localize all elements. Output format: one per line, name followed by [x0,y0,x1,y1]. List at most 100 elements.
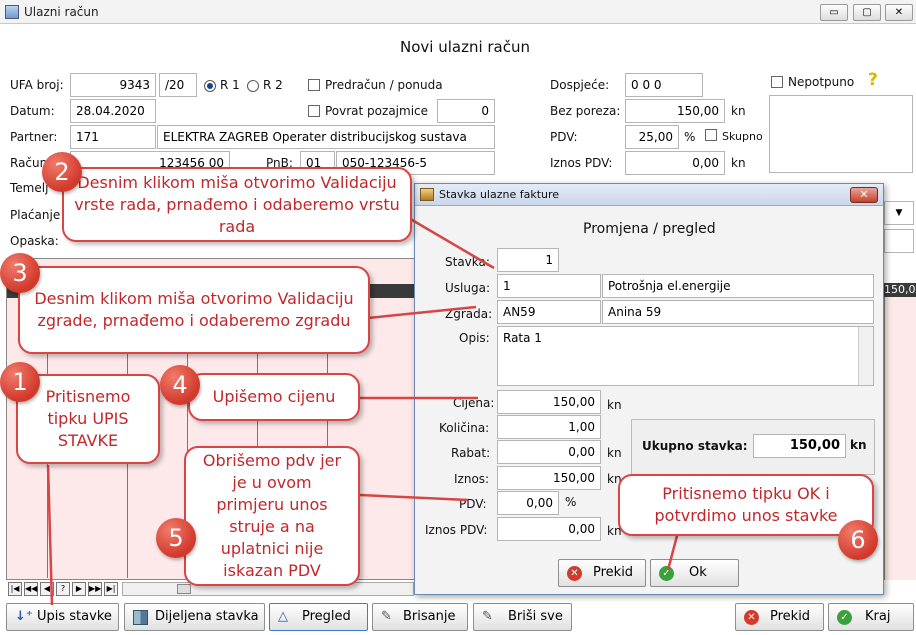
dialog-ok-button[interactable]: ✓ Ok [650,559,739,587]
zgrada-code-field[interactable]: AN59 [497,300,601,324]
pdv-percent: % [684,130,696,144]
rabat-label: Rabat: [451,446,491,460]
eraser-all-icon: ✎ [482,609,493,624]
opis-textarea[interactable]: Rata 1 [497,326,874,386]
stavka-field[interactable]: 1 [497,248,559,272]
main-prekid-button[interactable]: ✕ Prekid [735,603,824,631]
callout-6: Pritisnemo tipku OK i potvrdimo unos sta… [618,474,874,536]
iznos-label: Iznos: [454,472,490,486]
main-prekid-label: Prekid [770,609,811,624]
upis-stavke-button[interactable]: ↓⁺ Upis stavke [6,603,119,631]
nav-prev-page-button[interactable]: ◀◀ [24,582,38,596]
usluga-code-field[interactable]: 1 [497,274,601,298]
nav-last-button[interactable]: ▶| [104,582,118,596]
dialog-ok-label: Ok [689,565,707,580]
ufa-number-field[interactable]: 9343 [70,73,156,97]
bez-poreza-field[interactable]: 150,00 [625,99,725,123]
r1-label: R 1 [220,78,240,92]
r2-radio[interactable] [247,80,259,92]
placanje-label: Plaćanje [10,208,61,222]
rabat-field[interactable]: 0,00 [497,440,601,464]
dijeljena-stavka-label: Dijeljena stavka [155,609,259,624]
zgrada-name-field[interactable]: Anina 59 [602,300,874,324]
ukupno-currency: kn [850,438,867,452]
partner-label: Partner: [10,130,58,144]
datum-label: Datum: [10,104,55,118]
nav-search-button[interactable]: ? [56,582,70,596]
placanje-dropdown-button[interactable]: ▼ [884,201,914,225]
opaska-field[interactable] [884,229,914,253]
maximize-button[interactable]: ▢ [853,4,881,21]
iznos-pdv-item-field[interactable]: 0,00 [497,517,601,541]
app-icon [5,5,19,19]
brisi-sve-button[interactable]: ✎ Briši sve [473,603,572,631]
skupno-checkbox[interactable] [705,129,717,141]
brisanje-button[interactable]: ✎ Brisanje [372,603,468,631]
cijena-currency: kn [607,398,622,412]
ukupno-field: 150,00 [753,434,846,458]
eraser-icon: ✎ [381,609,392,624]
povrat-checkbox[interactable] [308,105,320,117]
zgrada-label: Zgrada: [445,307,493,321]
nepotpuno-label: Nepotpuno [788,75,855,89]
nepotpuno-note-area[interactable] [769,95,913,173]
scrollbar-thumb[interactable] [177,584,191,594]
pdv-label: PDV: [550,130,578,144]
dospjece-field[interactable]: 0 0 0 [625,73,703,97]
iznos-pdv-label: Iznos PDV: [550,156,613,170]
iznos-field[interactable]: 150,00 [497,466,601,490]
upis-stavke-label: Upis stavke [37,609,112,624]
iznos-pdv-field[interactable]: 0,00 [625,151,725,175]
iznos-pdv-item-label: Iznos PDV: [425,523,488,537]
nav-first-button[interactable]: |◀ [8,582,22,596]
datum-field[interactable]: 28.04.2020 [70,99,156,123]
povrat-field[interactable]: 0 [437,99,495,123]
pdv-field[interactable]: 25,00 [625,125,679,149]
ukupno-panel: Ukupno stavka: 150,00 kn [631,419,875,475]
bez-poreza-currency: kn [731,104,746,118]
pregled-label: Pregled [302,609,351,624]
partner-name-field[interactable]: ELEKTRA ZAGREB Operater distribucijskog … [157,125,495,149]
cijena-field[interactable]: 150,00 [497,390,601,414]
dialog-app-icon [420,188,434,201]
ufa-label: UFA broj: [10,78,64,92]
opaska-label: Opaska: [10,234,59,248]
add-down-icon: ↓⁺ [15,609,33,624]
cijena-label: Cijena: [453,396,495,410]
opis-label: Opis: [459,331,490,345]
opis-scrollbar[interactable] [858,327,873,385]
ufa-year-field[interactable]: /20 [159,73,197,97]
r2-label: R 2 [263,78,283,92]
dialog-prekid-button[interactable]: ✕ Prekid [558,559,646,587]
dialog-close-button[interactable]: ✕ [850,187,878,203]
partner-id-field[interactable]: 171 [70,125,156,149]
step-number-6: 6 [838,520,878,560]
step-number-4: 4 [160,365,200,405]
dialog-title: Stavka ulazne fakture [439,188,560,201]
usluga-name-field[interactable]: Potrošnja el.energije [602,274,874,298]
temelj-label: Temelj [10,181,49,195]
cancel-icon: ✕ [744,610,759,625]
r1-radio[interactable] [204,80,216,92]
predracun-checkbox[interactable] [308,79,320,91]
predracun-label: Predračun / ponuda [325,78,443,92]
stavka-label: Stavka: [445,255,490,269]
pdv-item-field[interactable]: 0,00 [497,491,559,515]
dijeljena-stavka-button[interactable]: Dijeljena stavka [124,603,265,631]
nepotpuno-checkbox[interactable] [771,76,783,88]
usluga-label: Usluga: [445,281,490,295]
check-icon: ✓ [837,610,852,625]
close-button[interactable]: ✕ [885,4,913,21]
minimize-button[interactable]: ▭ [820,4,848,21]
pregled-button[interactable]: △ Pregled [269,603,368,631]
dialog-prekid-label: Prekid [593,565,634,580]
kolicina-field[interactable]: 1,00 [497,415,601,439]
help-icon[interactable]: ? [868,70,878,90]
povrat-label: Povrat pozajmice [325,104,429,118]
dialog-heading: Promjena / pregled [583,221,716,237]
nav-next-page-button[interactable]: ▶▶ [88,582,102,596]
nav-next-button[interactable]: ▶ [72,582,86,596]
grid-right-area [884,297,916,580]
kraj-button[interactable]: ✓ Kraj [828,603,914,631]
nav-prev-button[interactable]: ◀ [40,582,54,596]
